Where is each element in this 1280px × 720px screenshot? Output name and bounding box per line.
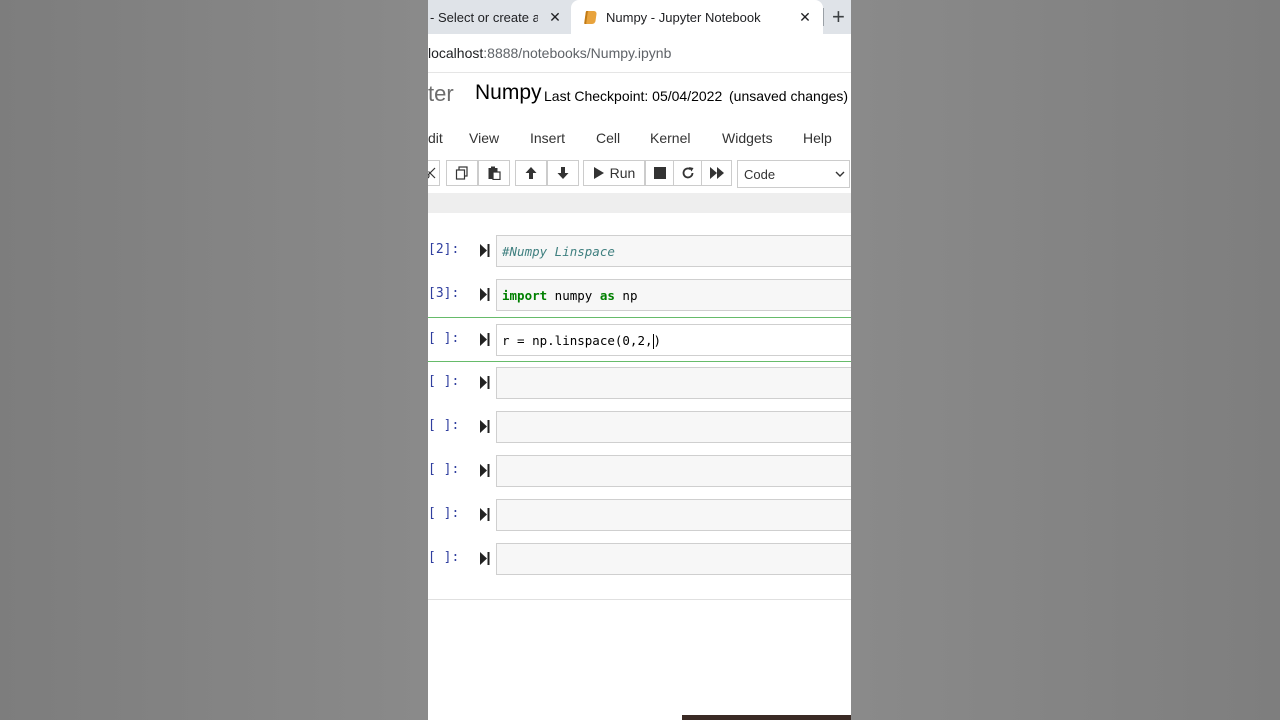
run-label: Run	[609, 165, 636, 181]
cell-type-value: Code	[744, 166, 776, 182]
cell-prompt: [3]:	[428, 286, 460, 301]
checkpoint-status: Last Checkpoint: 05/04/2022	[544, 88, 723, 104]
tab-select-or-create[interactable]: - Select or create a n ✕	[428, 0, 568, 34]
notebook-bottom-area	[428, 599, 851, 720]
code-line: #Numpy Linspace	[502, 244, 615, 259]
run-cell-icon[interactable]	[480, 288, 490, 306]
code-input[interactable]: r = np.linspace(0,2,)	[496, 324, 851, 356]
code-text: )	[653, 333, 662, 348]
cell-prompt: [ ]:	[428, 331, 460, 346]
cell-prompt: [ ]:	[428, 418, 460, 433]
menu-bar: dit View Insert Cell Kernel Widgets Help	[428, 122, 851, 154]
menu-view[interactable]: View	[469, 130, 499, 146]
cut-icon	[428, 167, 436, 179]
code-input[interactable]: import numpy as np	[496, 279, 851, 311]
code-line: r = np.linspace(0,2,)	[502, 333, 661, 349]
cell-prompt: [ ]:	[428, 506, 460, 521]
restart-button[interactable]	[673, 160, 703, 186]
right-blurred-background	[851, 0, 1280, 720]
run-cell-icon[interactable]	[480, 508, 490, 526]
menu-widgets[interactable]: Widgets	[722, 130, 773, 146]
move-down-icon	[556, 166, 570, 180]
restart-run-all-button[interactable]	[701, 160, 732, 186]
code-input[interactable]	[496, 367, 851, 399]
cell-prompt: [ ]:	[428, 550, 460, 565]
move-up-icon	[524, 166, 538, 180]
interrupt-icon	[654, 167, 666, 179]
cut-button[interactable]	[428, 160, 440, 186]
notebook-cell[interactable]: [ ]:	[428, 361, 851, 405]
code-input[interactable]	[496, 499, 851, 531]
run-button[interactable]: Run	[583, 160, 645, 186]
browser-window: - Select or create a n ✕ Numpy - Jupyter…	[428, 0, 851, 720]
notebook-cell[interactable]: [ ]:	[428, 449, 851, 493]
tab-numpy-notebook[interactable]: Numpy - Jupyter Notebook ✕	[571, 0, 823, 34]
run-cell-icon[interactable]	[480, 552, 490, 570]
notebook-cell[interactable]: [ ]:	[428, 493, 851, 537]
taskbar-fragment	[682, 715, 851, 720]
save-status: (unsaved changes)	[729, 88, 849, 104]
code-keyword: import	[502, 288, 548, 303]
menu-insert[interactable]: Insert	[530, 130, 565, 146]
run-cell-icon[interactable]	[480, 464, 490, 482]
move-down-button[interactable]	[547, 160, 579, 186]
new-tab-icon[interactable]: +	[832, 6, 851, 28]
run-cell-icon[interactable]	[480, 333, 490, 351]
notebook-cell[interactable]: [2]: #Numpy Linspace	[428, 229, 851, 273]
restart-icon	[681, 166, 695, 180]
code-line: import numpy as np	[502, 288, 637, 303]
code-text: np	[614, 288, 638, 303]
tab-bar: - Select or create a n ✕ Numpy - Jupyter…	[428, 0, 851, 34]
header-divider	[428, 193, 851, 213]
notebook-toolbar: Run Code	[428, 158, 851, 190]
copy-icon	[455, 166, 469, 180]
copy-button[interactable]	[446, 160, 478, 186]
cell-prompt: [ ]:	[428, 374, 460, 389]
menu-cell[interactable]: Cell	[596, 130, 620, 146]
menu-kernel[interactable]: Kernel	[650, 130, 690, 146]
restart-run-all-icon	[709, 167, 724, 179]
code-input[interactable]	[496, 543, 851, 575]
notebook-name[interactable]: Numpy	[475, 81, 542, 105]
paste-button[interactable]	[478, 160, 510, 186]
run-cell-icon[interactable]	[480, 376, 490, 394]
run-icon	[593, 167, 604, 179]
close-icon[interactable]: ✕	[547, 9, 563, 25]
left-blurred-background	[0, 0, 428, 720]
close-icon[interactable]: ✕	[797, 9, 813, 25]
jupyter-logo[interactable]: ter	[428, 81, 454, 107]
notebook-cell[interactable]: [3]: import numpy as np	[428, 273, 851, 317]
url-host: localhost	[428, 45, 484, 61]
url-text[interactable]: localhost:8888/notebooks/Numpy.ipynb	[428, 45, 671, 61]
notebook-cell[interactable]: [ ]:	[428, 537, 851, 581]
chevron-down-icon	[835, 167, 845, 184]
notebook-icon	[584, 10, 597, 24]
code-input[interactable]	[496, 411, 851, 443]
code-text: r = np.linspace(0,2,	[502, 333, 653, 348]
tab-label: Numpy - Jupyter Notebook	[606, 9, 761, 25]
code-input[interactable]	[496, 455, 851, 487]
paste-icon	[487, 166, 501, 180]
code-input[interactable]: #Numpy Linspace	[496, 235, 851, 267]
code-text: numpy	[547, 288, 600, 303]
notebook-cell[interactable]: [ ]:	[428, 405, 851, 449]
notebook-container: [2]: #Numpy Linspace [3]: import numpy a…	[428, 213, 851, 599]
address-bar[interactable]: localhost:8888/notebooks/Numpy.ipynb	[428, 34, 851, 73]
tab-separator	[823, 8, 824, 26]
code-keyword: as	[599, 288, 615, 303]
move-up-button[interactable]	[515, 160, 547, 186]
jupyter-header: ter Numpy Last Checkpoint: 05/04/2022 (u…	[428, 73, 851, 121]
tab-label: - Select or create a n	[430, 9, 538, 25]
cell-prompt: [2]:	[428, 242, 460, 257]
notebook-cell-selected[interactable]: [ ]: r = np.linspace(0,2,)	[428, 317, 851, 362]
run-cell-icon[interactable]	[480, 244, 490, 262]
menu-help[interactable]: Help	[803, 130, 832, 146]
cell-type-select[interactable]: Code	[737, 160, 850, 188]
interrupt-button[interactable]	[645, 160, 675, 186]
run-cell-icon[interactable]	[480, 420, 490, 438]
url-path: :8888/notebooks/Numpy.ipynb	[483, 45, 672, 61]
menu-edit[interactable]: dit	[428, 130, 443, 146]
cell-prompt: [ ]:	[428, 462, 460, 477]
